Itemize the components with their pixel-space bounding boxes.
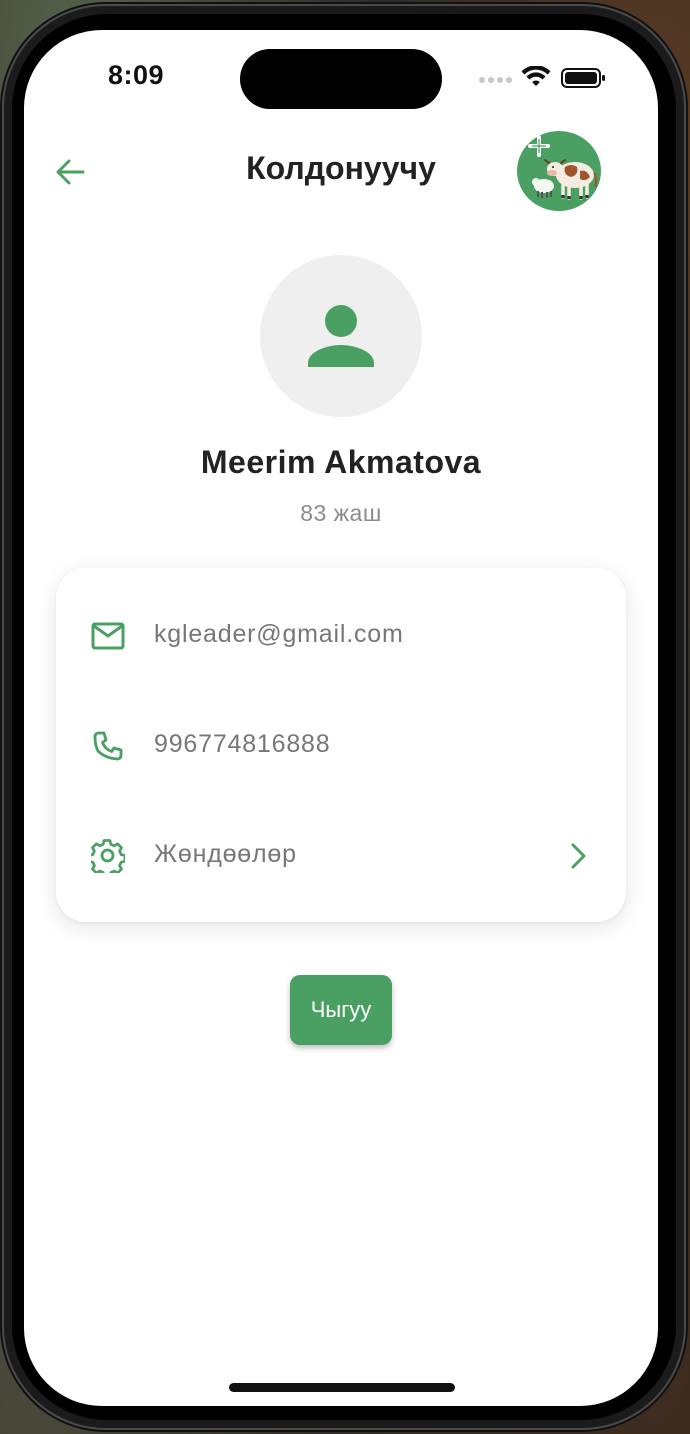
- gear-icon: [90, 839, 126, 873]
- user-age: 83 жаш: [300, 500, 382, 526]
- livestock-logo-icon: [528, 135, 598, 200]
- home-indicator[interactable]: [229, 1383, 455, 1392]
- status-icons: [478, 65, 608, 90]
- email-row: kgleader@gmail.com: [56, 606, 626, 666]
- status-time: 8:09: [108, 60, 165, 90]
- phone-value: 996774816888: [154, 730, 331, 758]
- app-screen: 8:09 Колдонуучу Meerim Akmatova 83 жаш k…: [24, 30, 658, 1406]
- battery-icon: [561, 68, 605, 88]
- phone-icon: [90, 730, 126, 762]
- chevron-right-icon: [568, 842, 590, 870]
- mail-icon: [90, 620, 126, 652]
- user-info-card: kgleader@gmail.com 996774816888 Жөндөөлө…: [56, 568, 626, 922]
- app-logo: [517, 131, 601, 211]
- person-icon: [308, 305, 374, 367]
- cellular-signal-icon: [479, 77, 512, 83]
- dynamic-island: [240, 49, 442, 109]
- phone-row: 996774816888: [56, 716, 626, 776]
- user-name: Meerim Akmatova: [200, 444, 482, 480]
- logout-button[interactable]: Чыгуу: [290, 975, 392, 1045]
- settings-row[interactable]: Жөндөөлөр: [56, 826, 626, 886]
- wifi-icon: [521, 65, 551, 86]
- email-value: kgleader@gmail.com: [154, 620, 404, 648]
- settings-label: Жөндөөлөр: [154, 840, 297, 868]
- avatar: [260, 255, 422, 417]
